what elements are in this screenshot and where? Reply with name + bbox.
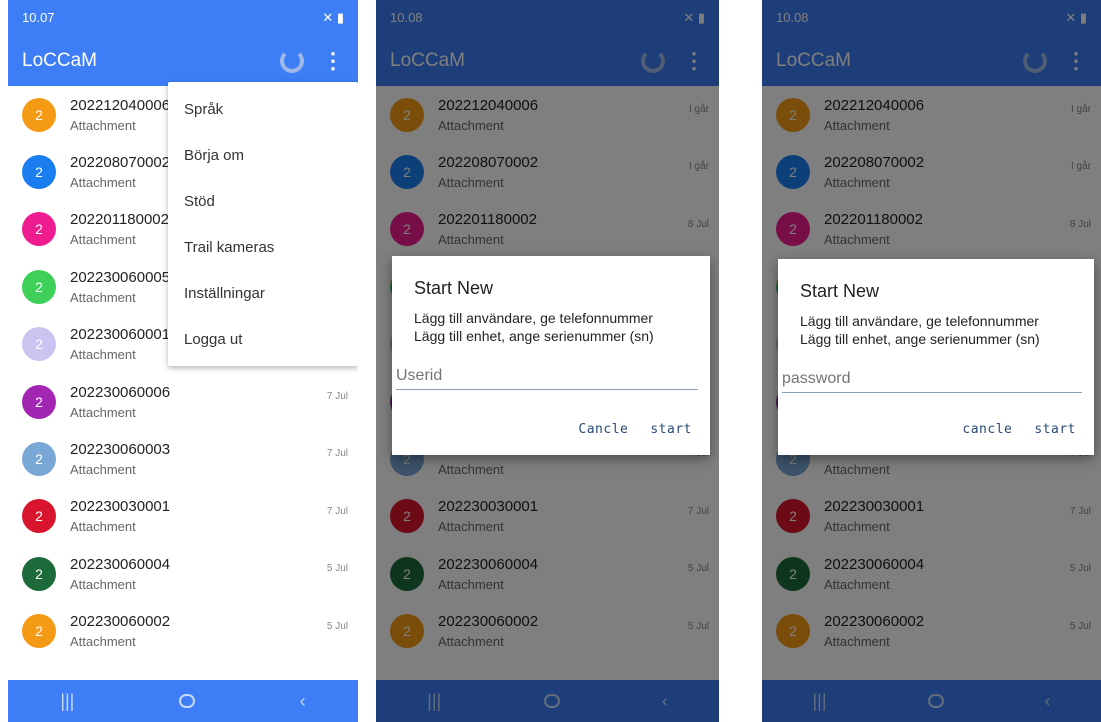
list-item[interactable]: 2 202230060002 Attachment 5 Jul [8,603,358,660]
list-item-subtitle: Attachment [70,519,136,535]
list-item-date: 5 Jul [326,563,348,575]
avatar: 2 [22,614,56,649]
list-item-text: 202230060003 Attachment [70,441,350,477]
phone-screen-userid-dialog: 10.08 ✕ ▮ LoCCaM ⋮ 2202212040006Attachme… [376,0,719,722]
avatar: 2 [22,556,56,591]
list-item-subtitle: Attachment [70,576,136,592]
avatar: 2 [22,269,56,304]
avatar: 2 [22,97,56,132]
list-item-title: 202230030001 [70,498,171,516]
list-item[interactable]: 2 202230060004 Attachment 5 Jul [8,545,358,602]
list-item-date: 7 Jul [326,505,348,517]
system-nav-bar: ||| ‹ [8,680,358,722]
list-item-title: 202230060006 [70,383,171,401]
menu-item-language[interactable]: Språk [168,86,358,132]
dialog-line-1: Lägg till användare, ge telefonnummer [800,313,1039,329]
home-icon[interactable] [179,694,196,708]
dialog-message: Lägg till användare, ge telefonnummer Lä… [778,302,1094,348]
phone-screen-password-dialog: 10.08 ✕ ▮ LoCCaM ⋮ 2202212040006Attachme… [762,0,1101,722]
dialog-title: Start New [800,281,880,301]
list-item-subtitle: Attachment [70,462,136,478]
menu-item-restart[interactable]: Börja om [168,132,358,178]
cancel-button[interactable]: Cancle [578,422,628,437]
avatar: 2 [22,384,56,419]
list-item-title: 202230060002 [70,613,171,631]
list-item-title: 202230060004 [70,555,171,573]
menu-item-support[interactable]: Stöd [168,178,358,224]
app-title: LoCCaM [22,49,97,71]
start-button[interactable]: start [650,422,692,437]
dialog-line-1: Lägg till användare, ge telefonnummer [414,310,653,326]
list-item-date: 7 Jul [326,448,348,460]
menu-item-settings[interactable]: Inställningar [168,270,358,316]
list-item[interactable]: 2 202230060006 Attachment 7 Jul [8,373,358,430]
list-item-date: 7 Jul [326,390,348,402]
menu-item-trail-cameras[interactable]: Trail kameras [168,224,358,270]
list-item-date: 5 Jul [326,620,348,632]
userid-input[interactable] [396,363,698,391]
start-new-dialog: Start New Lägg till användare, ge telefo… [778,259,1094,455]
avatar: 2 [22,155,56,190]
list-item-subtitle: Attachment [70,404,136,420]
recent-apps-icon[interactable]: ||| [60,691,74,712]
dialog-line-2: Lägg till enhet, ange serienummer (sn) [800,331,1040,348]
menu-item-logout[interactable]: Logga ut [168,316,358,362]
avatar: 2 [22,499,56,534]
more-options-icon[interactable]: ⋮ [322,49,344,72]
dialog-line-2: Lägg till enhet, ange serienummer (sn) [414,328,654,345]
start-new-dialog: Start New Lägg till användare, ge telefo… [392,256,710,455]
phone-screen-menu: 10.07 ✕ ▮ LoCCaM ⋮ 2 202212040006 Attachme… [8,0,358,722]
cancel-button[interactable]: cancle [962,422,1012,437]
status-bar: 10.07 ✕ ▮ [8,0,358,35]
status-icons: ✕ ▮ [322,9,344,25]
password-input[interactable] [782,366,1082,394]
dialog-message: Lägg till användare, ge telefonnummer Lä… [392,299,710,345]
list-item-text: 202230060006 Attachment [70,384,350,420]
list-item-title: 202230060003 [70,441,171,459]
dialog-title: Start New [414,278,494,298]
back-icon[interactable]: ‹ [300,691,306,712]
list-item-text: 202230060004 Attachment [70,556,350,592]
avatar: 2 [22,442,56,477]
list-item[interactable]: 2 202230060003 Attachment 7 Jul [8,430,358,487]
list-item-subtitle: Attachment [70,634,136,650]
avatar: 2 [22,327,56,362]
app-bar: LoCCaM ⋮ [8,35,358,86]
status-time: 10.07 [22,10,55,25]
list-item[interactable]: 2 202230030001 Attachment 7 Jul [8,488,358,545]
avatar: 2 [22,212,56,247]
list-item-text: 202230030001 Attachment [70,498,350,534]
list-item-text: 202230060002 Attachment [70,613,350,649]
start-button[interactable]: start [1034,422,1076,437]
overflow-menu: Språk Börja om Stöd Trail kameras Instäl… [168,82,358,366]
refresh-icon[interactable] [280,48,304,73]
